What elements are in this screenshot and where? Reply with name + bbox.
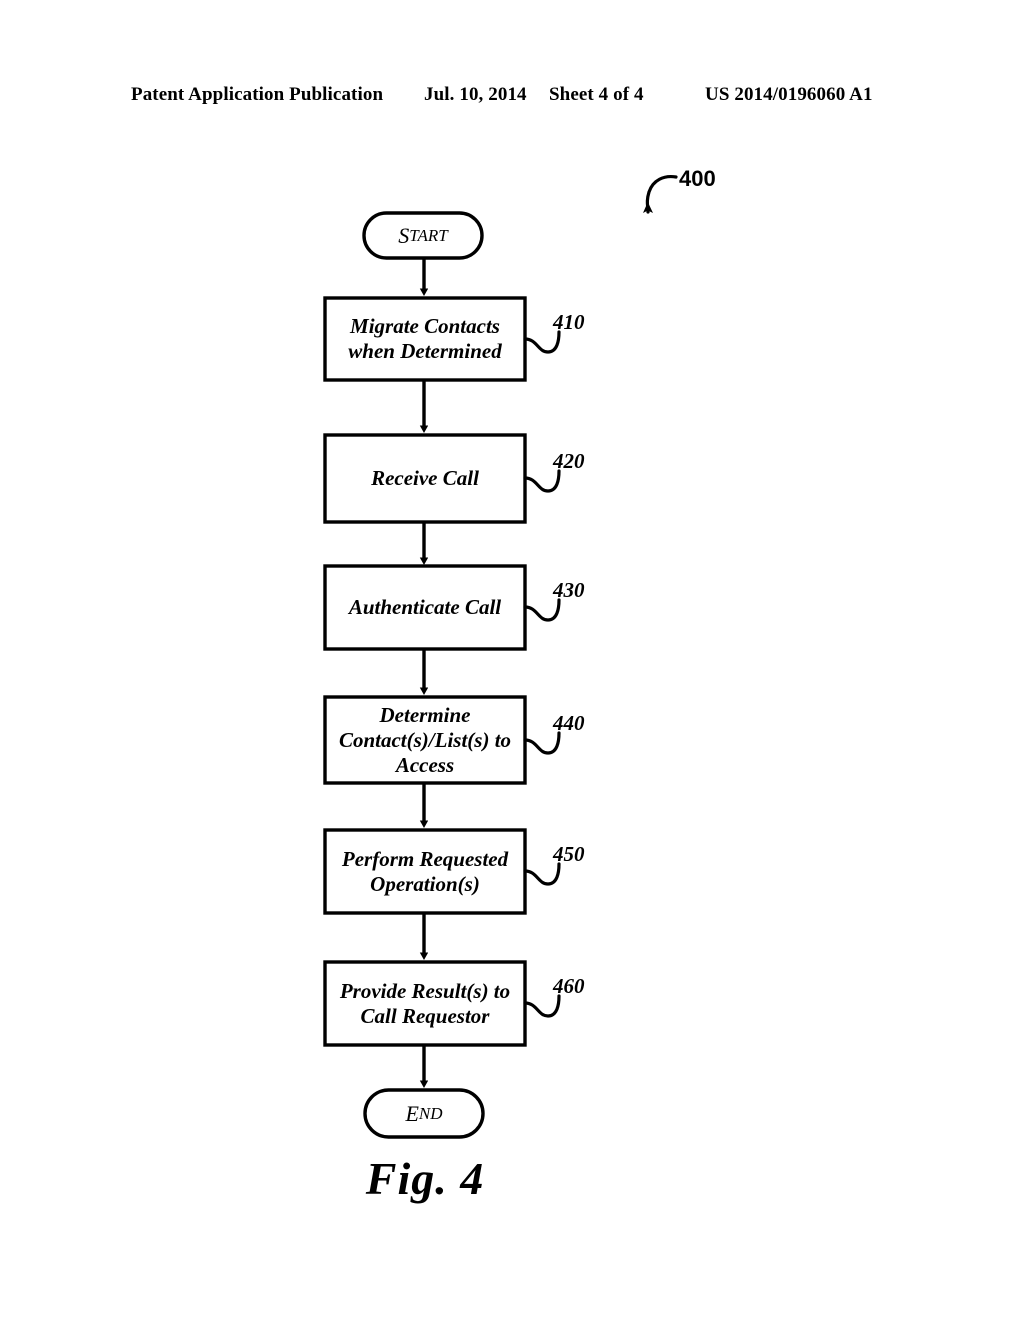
step-box-450 — [323, 828, 527, 915]
leader-line-450 — [523, 862, 561, 886]
step-box-460 — [323, 960, 527, 1047]
reference-numeral-430: 430 — [553, 578, 585, 602]
step-box-410 — [323, 296, 527, 382]
figure-caption: Fig. 4 — [365, 1153, 485, 1204]
reference-numeral-400: 400 — [679, 166, 716, 191]
leader-line-410 — [523, 330, 561, 354]
flowchart-svg — [323, 174, 678, 1139]
step-box-420 — [323, 433, 527, 524]
reference-numeral-440: 440 — [553, 711, 585, 735]
start-node-label: S TART — [364, 213, 482, 258]
leader-line-440 — [523, 731, 561, 755]
reference-numeral-460: 460 — [553, 974, 585, 998]
step-box-430 — [323, 564, 527, 651]
reference-numeral-450: 450 — [553, 842, 585, 866]
end-label-initial: E — [405, 1100, 419, 1126]
leader-line-460 — [523, 994, 561, 1018]
leader-line-430 — [523, 598, 561, 622]
flowchart-diagram: S TART E ND Migrate Contacts when Determin… — [0, 0, 1024, 1320]
end-node-label: E ND — [365, 1090, 483, 1137]
start-label-rest: TART — [409, 225, 448, 245]
reference-numeral-420: 420 — [553, 449, 585, 473]
leader-line-420 — [523, 469, 561, 493]
end-label-rest: ND — [418, 1103, 443, 1123]
reference-numeral-410: 410 — [553, 310, 585, 334]
leader-line-400 — [643, 174, 678, 214]
start-label-initial: S — [398, 222, 410, 248]
step-box-440 — [323, 695, 527, 785]
